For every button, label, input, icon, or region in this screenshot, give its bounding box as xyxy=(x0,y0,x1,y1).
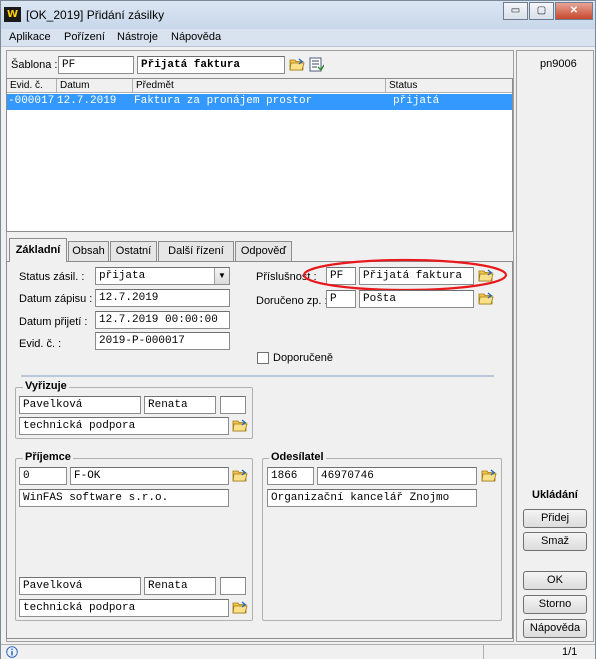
status-bar: 1/1 xyxy=(1,644,595,659)
recommended-label: Doporučeně xyxy=(273,352,333,364)
cell-date: 12.7.2019 xyxy=(57,95,117,107)
menu-nastroje[interactable]: Nástroje xyxy=(117,31,158,43)
chevron-down-icon[interactable]: ▼ xyxy=(214,268,229,284)
template-name-input[interactable]: Přijatá faktura xyxy=(137,56,285,74)
template-label: Šablona : xyxy=(11,59,58,71)
info-icon xyxy=(6,646,18,658)
date-entry-input[interactable]: 12.7.2019 xyxy=(95,289,230,307)
delivered-folder-icon[interactable] xyxy=(478,292,494,305)
handler-title: Vyřizuje xyxy=(23,380,69,392)
handler-firstname-input[interactable]: Renata xyxy=(144,396,216,414)
cell-subject: Faktura za pronájem prostor xyxy=(134,95,313,107)
menu-bar: Aplikace Pořízení Nástroje Nápověda xyxy=(1,29,595,47)
cell-status: přijatá xyxy=(393,95,440,107)
sender-folder-icon[interactable] xyxy=(481,469,497,482)
maximize-button[interactable]: ▢ xyxy=(529,2,554,20)
delivered-label: Doručeno zp. : xyxy=(256,295,328,307)
sender-ico-input[interactable]: 46970746 xyxy=(317,467,477,485)
delete-button[interactable]: Smaž xyxy=(523,532,587,551)
tab-dalsi-rizeni[interactable]: Další řízení xyxy=(158,241,234,261)
recipient-code-input[interactable]: 0 xyxy=(19,467,67,485)
date-received-label: Datum přijetí : xyxy=(19,316,88,328)
status-label: Status zásil. : xyxy=(19,271,85,283)
date-entry-label: Datum zápisu : xyxy=(19,293,93,305)
template-folder-icon[interactable] xyxy=(289,58,305,71)
right-panel xyxy=(516,50,594,642)
main-window: W [OK_2019] Přidání zásilky ▭ ▢ ✕ Aplika… xyxy=(0,0,596,659)
sender-code-input[interactable]: 1866 xyxy=(267,467,314,485)
handler-folder-icon[interactable] xyxy=(232,419,248,432)
sender-title: Odesílatel xyxy=(269,451,326,463)
tab-zakladni[interactable]: Základní xyxy=(9,238,67,262)
recipient-short-input[interactable]: F-OK xyxy=(70,467,229,485)
evid-input[interactable]: 2019-P-000017 xyxy=(95,332,230,350)
recipient-title: Příjemce xyxy=(23,451,73,463)
sender-name-input[interactable]: Organizační kancelář Znojmo xyxy=(267,489,477,507)
tab-odpoved[interactable]: Odpověď xyxy=(235,241,292,261)
shipments-table[interactable]: Evid. č. Datum Předmět Status -000017 12… xyxy=(6,78,513,232)
pager-text: 1/1 xyxy=(562,646,578,658)
user-code: pn9006 xyxy=(540,58,577,70)
divider xyxy=(21,375,494,377)
app-logo-icon: W xyxy=(4,7,21,22)
cancel-button[interactable]: Storno xyxy=(523,595,587,614)
help-button[interactable]: Nápověda xyxy=(523,619,587,638)
recommended-checkbox[interactable] xyxy=(257,352,269,364)
window-title: [OK_2019] Přidání zásilky xyxy=(26,8,165,22)
handler-extra-input[interactable] xyxy=(220,396,246,414)
close-button[interactable]: ✕ xyxy=(555,2,593,20)
status-divider xyxy=(483,645,484,659)
column-header-status[interactable]: Status xyxy=(386,79,512,93)
red-annotation-ellipse xyxy=(302,258,508,292)
recipient-company-input[interactable]: WinFAS software s.r.o. xyxy=(19,489,229,507)
save-section-title: Ukládání xyxy=(532,489,578,501)
table-row[interactable]: -000017 12.7.2019 Faktura za pronájem pr… xyxy=(7,94,512,110)
ok-button[interactable]: OK xyxy=(523,571,587,590)
recipient-firstname-input[interactable]: Renata xyxy=(144,577,216,595)
menu-porizeni[interactable]: Pořízení xyxy=(64,31,105,43)
recipient-surname-input[interactable]: Pavelková xyxy=(19,577,141,595)
handler-surname-input[interactable]: Pavelková xyxy=(19,396,141,414)
handler-department-input[interactable]: technická podpora xyxy=(19,417,229,435)
menu-napoveda[interactable]: Nápověda xyxy=(171,31,221,43)
column-header-subject[interactable]: Předmět xyxy=(133,79,386,93)
menu-aplikace[interactable]: Aplikace xyxy=(9,31,51,43)
tab-ostatni[interactable]: Ostatní xyxy=(110,241,157,261)
recipient-department-input[interactable]: technická podpora xyxy=(19,599,229,617)
evid-label: Evid. č. : xyxy=(19,338,62,350)
column-header-evid[interactable]: Evid. č. xyxy=(7,79,57,93)
template-list-icon[interactable] xyxy=(308,57,324,72)
status-select-value: přijata xyxy=(99,270,146,282)
delivered-name-input[interactable]: Pošta xyxy=(359,290,474,308)
recipient-extra-input[interactable] xyxy=(220,577,246,595)
recipient-department-folder-icon[interactable] xyxy=(232,601,248,614)
title-bar: W [OK_2019] Přidání zásilky ▭ ▢ ✕ xyxy=(1,1,595,29)
date-received-input[interactable]: 12.7.2019 00:00:00 xyxy=(95,311,230,329)
add-button[interactable]: Přidej xyxy=(523,509,587,528)
cell-evid: -000017 xyxy=(8,95,55,107)
recipient-folder-icon[interactable] xyxy=(232,469,248,482)
status-select[interactable]: přijata xyxy=(95,267,230,285)
minimize-button[interactable]: ▭ xyxy=(503,2,528,20)
delivered-code-input[interactable]: P xyxy=(326,290,356,308)
template-code-input[interactable]: PF xyxy=(58,56,134,74)
tab-obsah[interactable]: Obsah xyxy=(68,241,109,261)
column-header-date[interactable]: Datum xyxy=(57,79,133,93)
